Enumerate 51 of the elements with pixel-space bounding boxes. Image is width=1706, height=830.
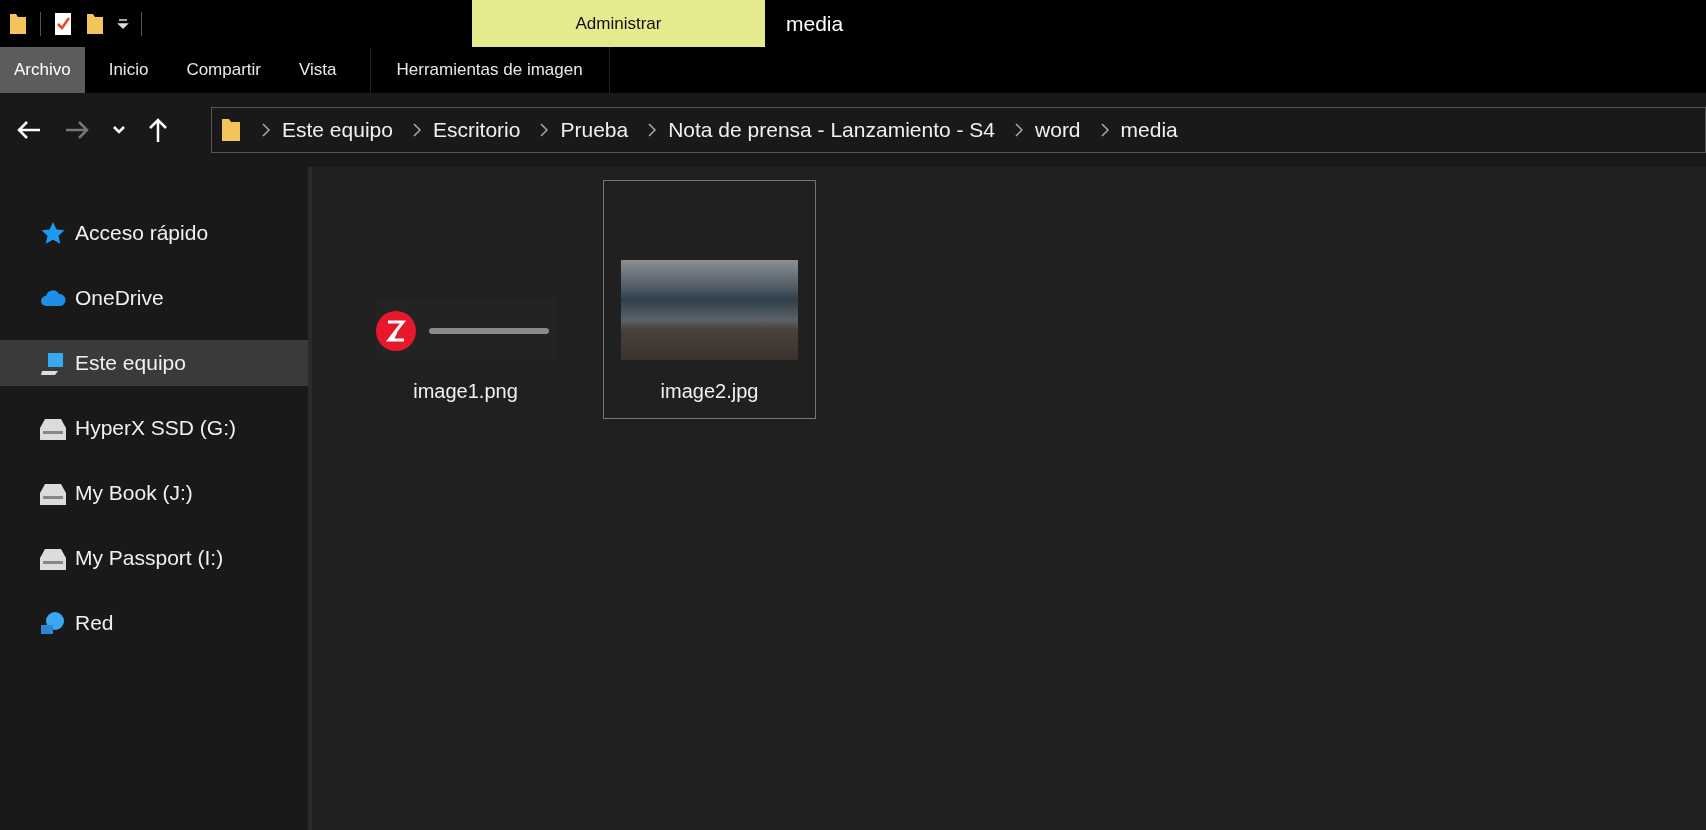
sidebar-item[interactable]: OneDrive: [0, 275, 308, 321]
window-title: media: [786, 10, 844, 37]
address-bar[interactable]: Este equipo Escritorio Prueba Nota de prensa - Lanzamiento - S4 word media: [211, 107, 1706, 153]
file-item[interactable]: image1.png: [359, 180, 572, 419]
ribbon-tab[interactable]: Archivo: [0, 47, 85, 93]
up-icon[interactable]: [148, 117, 168, 143]
sidebar-label: My Book (J:): [75, 480, 193, 507]
chevron-icon[interactable]: [540, 123, 549, 137]
contextual-tab-header: Administrar: [472, 0, 765, 47]
chevron-icon[interactable]: [648, 123, 657, 137]
breadcrumb[interactable]: Escritorio: [432, 114, 521, 146]
drive-icon: [40, 481, 66, 505]
star-icon: [40, 221, 66, 245]
breadcrumb[interactable]: media: [1120, 114, 1178, 146]
drive-icon: [40, 546, 66, 570]
sidebar-label: Acceso rápido: [75, 220, 209, 247]
sidebar-item[interactable]: HyperX SSD (G:): [0, 405, 308, 451]
dropdown-icon[interactable]: [117, 17, 129, 30]
file-name: image1.png: [413, 379, 518, 404]
file-item[interactable]: image2.jpg: [603, 180, 816, 419]
breadcrumb[interactable]: Prueba: [560, 114, 629, 146]
breadcrumb[interactable]: Nota de prensa - Lanzamiento - S4: [668, 114, 996, 146]
sidebar-item[interactable]: My Book (J:): [0, 470, 308, 516]
sidebar-item[interactable]: Red: [0, 600, 308, 646]
breadcrumb[interactable]: word: [1035, 114, 1081, 146]
sidebar-label: OneDrive: [75, 285, 164, 312]
back-icon[interactable]: [16, 120, 42, 140]
folder-icon: [220, 117, 242, 143]
sidebar-label: HyperX SSD (G:): [75, 415, 237, 442]
ribbon-tab[interactable]: Inicio: [94, 47, 163, 93]
drive-icon: [40, 416, 66, 440]
properties-icon[interactable]: [53, 11, 73, 36]
ribbon-tab[interactable]: Vista: [285, 47, 351, 93]
chevron-icon[interactable]: [412, 123, 421, 137]
folder-icon[interactable]: [85, 11, 105, 36]
chevron-icon[interactable]: [262, 123, 270, 137]
computer-icon: [40, 351, 66, 375]
chevron-icon[interactable]: [1100, 123, 1109, 137]
sidebar-label: My Passport (I:): [75, 545, 224, 572]
breadcrumb[interactable]: Este equipo: [282, 114, 393, 146]
sidebar-item[interactable]: Este equipo: [0, 340, 308, 386]
chevron-icon[interactable]: [1015, 123, 1024, 137]
sidebar-item[interactable]: Acceso rápido: [0, 210, 308, 256]
sidebar-label: Este equipo: [75, 350, 186, 377]
file-name: image2.jpg: [660, 379, 759, 404]
ribbon-tab[interactable]: Compartir: [172, 47, 275, 93]
recent-locations-icon[interactable]: [112, 125, 126, 135]
network-icon: [40, 611, 66, 635]
folder-icon[interactable]: [8, 11, 28, 36]
sidebar-label: Red: [75, 610, 114, 637]
sidebar-item[interactable]: My Passport (I:): [0, 535, 308, 581]
